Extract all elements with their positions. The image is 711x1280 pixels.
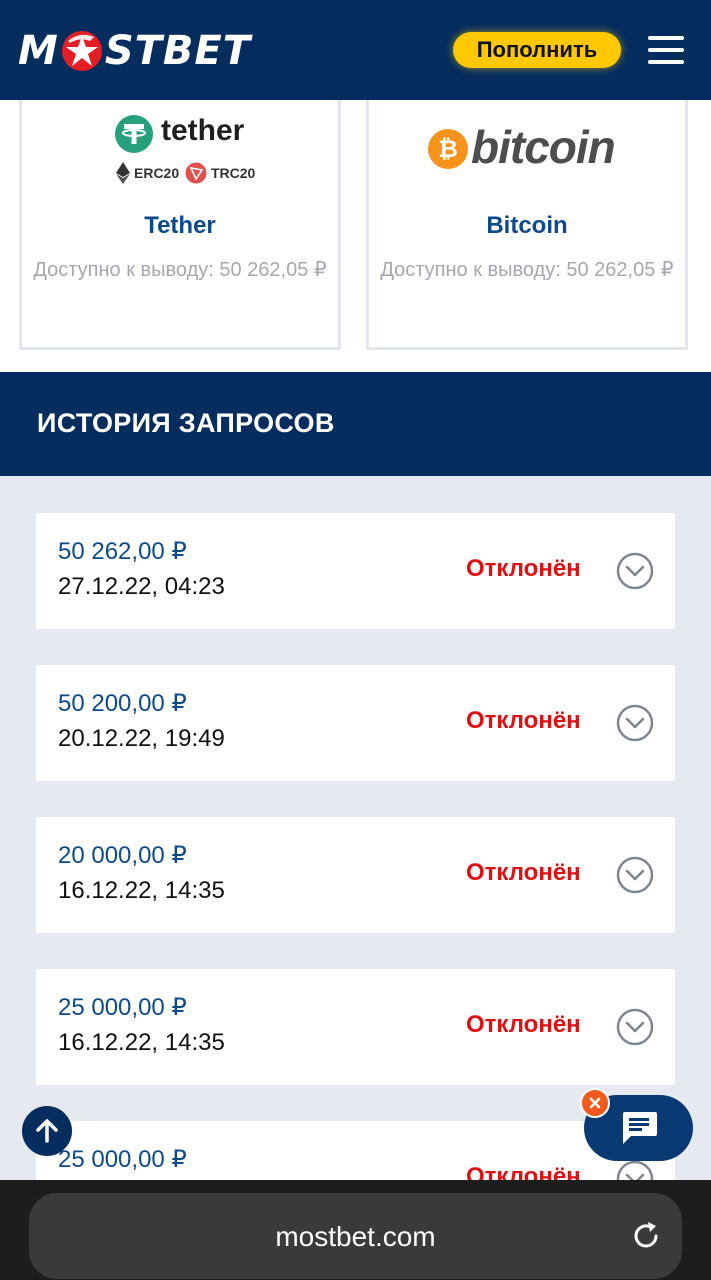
url-text: mostbet.com: [275, 1221, 436, 1252]
payment-card-tether[interactable]: tether ERC20 TRC20 Tether Доступно к выв…: [19, 96, 341, 350]
history-date: 16.12.22, 14:35: [58, 1029, 225, 1056]
chevron-down-icon[interactable]: [616, 704, 654, 742]
address-bar[interactable]: mostbet.com: [29, 1193, 682, 1279]
hamburger-icon[interactable]: [648, 36, 684, 64]
logo-text-left: M: [18, 28, 59, 74]
history-title: ИСТОРИЯ ЗАПРОСОВ: [37, 408, 335, 438]
logo-star-icon: [61, 31, 102, 71]
history-status: Отклонён: [466, 1163, 581, 1180]
arrow-up-icon: [36, 1119, 58, 1143]
chevron-down-icon[interactable]: [616, 856, 654, 894]
scroll-to-top-button[interactable]: [22, 1106, 72, 1156]
history-status: Отклонён: [466, 555, 581, 582]
bitcoin-logo-text: bitcoin: [471, 121, 616, 173]
tether-logo-text: tether: [161, 114, 245, 147]
chat-icon: [623, 1112, 657, 1144]
history-section-header: ИСТОРИЯ ЗАПРОСОВ: [0, 372, 711, 476]
history-date: 20.12.22, 19:49: [58, 725, 225, 752]
logo-text-right: STBET: [104, 28, 252, 74]
history-date: 27.12.22, 04:23: [58, 573, 225, 600]
chevron-down-icon[interactable]: [616, 1008, 654, 1046]
close-chat-button[interactable]: [580, 1088, 610, 1118]
history-amount: 20 000,00 ₽: [58, 842, 187, 869]
payment-card-title: Bitcoin: [486, 212, 568, 239]
history-item[interactable]: 25 000,00 ₽ 16.12.22, 14:35 Отклонён: [36, 969, 675, 1085]
tether-logo-icon: [115, 115, 153, 153]
history-item[interactable]: 20 000,00 ₽ 16.12.22, 14:35 Отклонён: [36, 817, 675, 933]
history-status: Отклонён: [466, 707, 581, 734]
history-item[interactable]: 50 200,00 ₽ 20.12.22, 19:49 Отклонён: [36, 665, 675, 781]
reload-icon[interactable]: [629, 1219, 663, 1253]
history-amount: 50 262,00 ₽: [58, 538, 187, 565]
history-amount: 25 000,00 ₽: [58, 994, 187, 1021]
tron-icon: [185, 162, 207, 184]
browser-bottom-bar: mostbet.com: [0, 1180, 711, 1280]
history-item[interactable]: 25 000,00 ₽ Отклонён: [36, 1121, 675, 1180]
request-history-list: 50 262,00 ₽ 27.12.22, 04:23 Отклонён 50 …: [0, 476, 711, 1180]
history-date: 16.12.22, 14:35: [58, 877, 225, 904]
history-amount: 25 000,00 ₽: [58, 1146, 187, 1173]
history-amount: 50 200,00 ₽: [58, 690, 187, 717]
topup-button[interactable]: Пополнить: [453, 32, 621, 68]
bitcoin-logo-icon: ₿: [428, 129, 468, 169]
close-icon: [589, 1097, 601, 1109]
payment-card-bitcoin[interactable]: ₿ bitcoin Bitcoin Доступно к выводу: 50 …: [366, 96, 688, 350]
mostbet-logo[interactable]: M STBET: [18, 26, 251, 76]
available-amount: Доступно к выводу: 50 262,05 ₽: [380, 259, 674, 281]
chevron-down-icon[interactable]: [616, 1160, 654, 1180]
network-erc20-label: ERC20: [134, 165, 180, 181]
top-header: M STBET Пополнить: [0, 0, 711, 100]
history-status: Отклонён: [466, 859, 581, 886]
payment-card-title: Tether: [144, 212, 216, 239]
chevron-down-icon[interactable]: [616, 552, 654, 590]
ethereum-icon: [116, 162, 130, 184]
svg-text:₿: ₿: [438, 135, 458, 163]
history-status: Отклонён: [466, 1011, 581, 1038]
network-trc20-label: TRC20: [211, 165, 256, 181]
history-item[interactable]: 50 262,00 ₽ 27.12.22, 04:23 Отклонён: [36, 513, 675, 629]
available-amount: Доступно к выводу: 50 262,05 ₽: [33, 259, 327, 281]
